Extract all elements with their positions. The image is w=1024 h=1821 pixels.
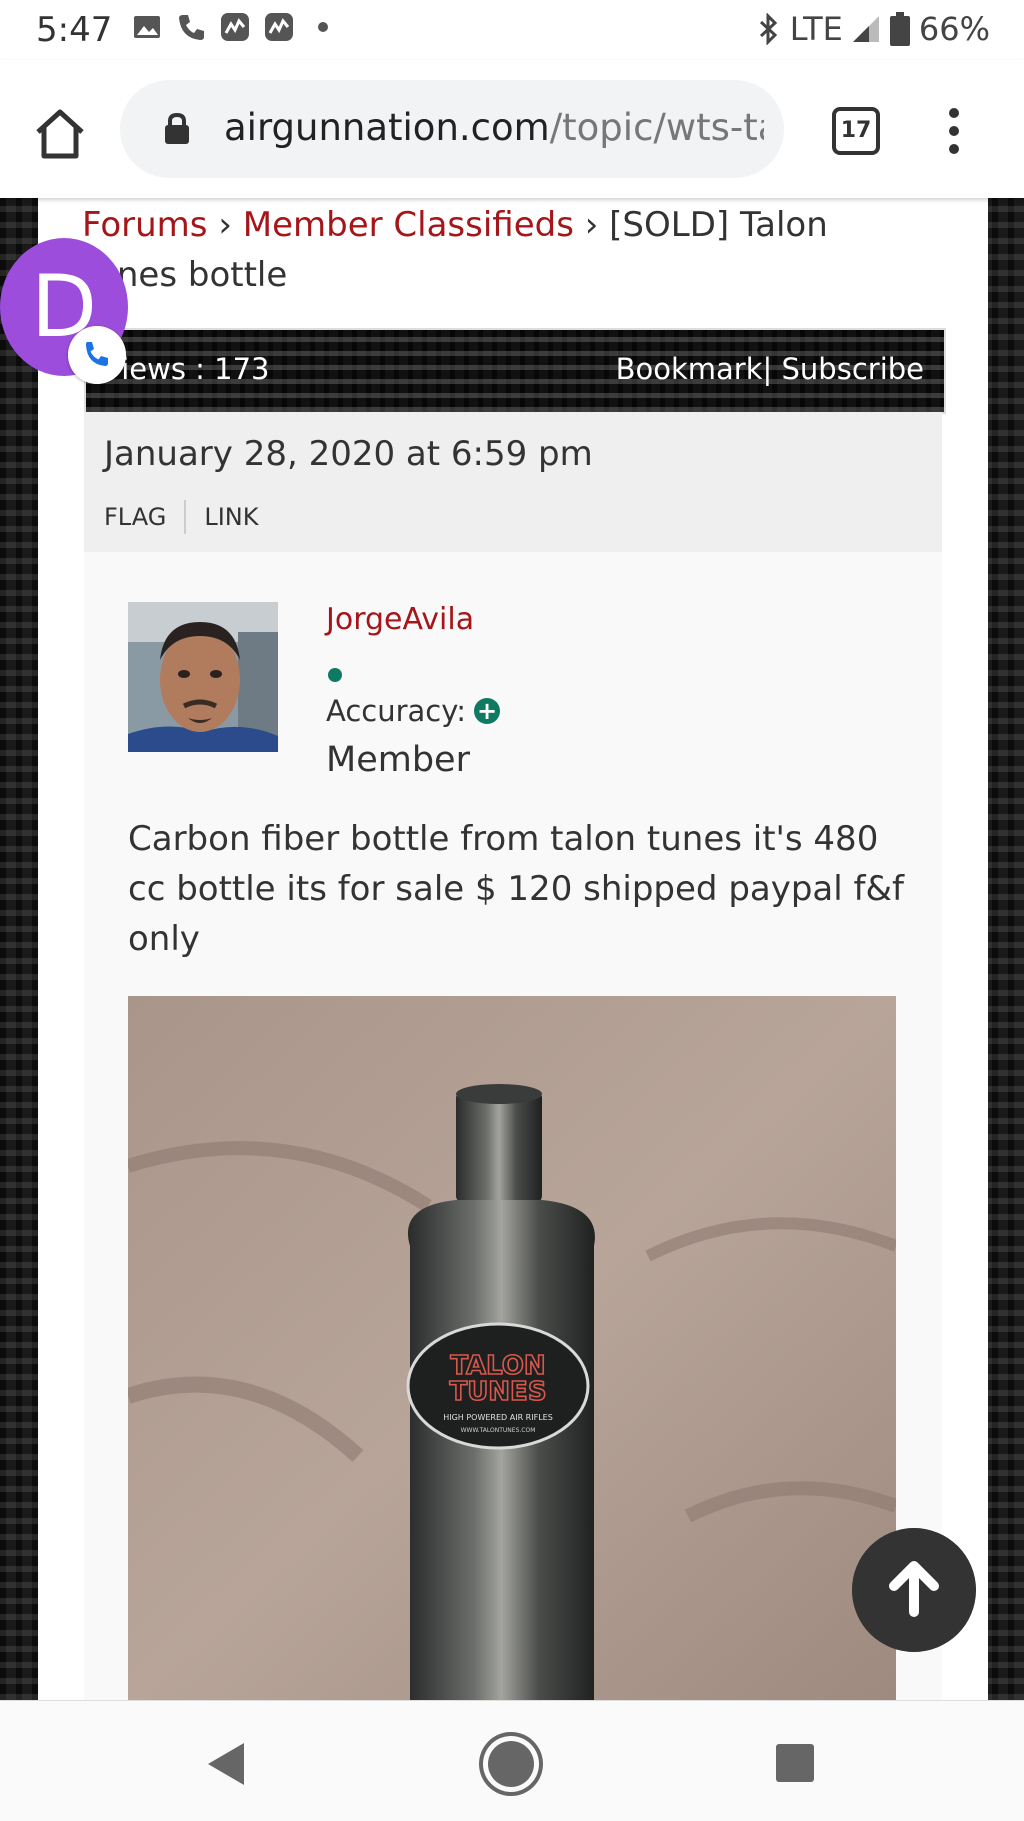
stats-separator: | [762, 352, 773, 386]
home-icon[interactable] [30, 104, 90, 164]
author-role: Member [326, 740, 470, 780]
bottle-photo[interactable]: TALON TUNES HIGH POWERED AIR RIFLES WWW.… [128, 996, 896, 1700]
status-right: LTE 66% [756, 10, 990, 48]
photo-url-text: WWW.TALONTUNES.COM [461, 1427, 536, 1434]
status-time: 5:47 [36, 10, 113, 50]
post-date: January 28, 2020 at 6:59 pm [104, 434, 593, 474]
analytics-icon [265, 13, 293, 41]
flag-link[interactable]: FLAG [104, 503, 166, 531]
plus-icon[interactable]: + [474, 698, 501, 724]
more-menu-icon[interactable] [946, 108, 962, 154]
accuracy-rating: Accuracy: + [326, 694, 501, 728]
battery-icon [889, 12, 910, 46]
home-nav-icon[interactable] [488, 1741, 534, 1787]
notification-icons [132, 12, 338, 42]
tab-switcher-button[interactable]: 17 [832, 107, 880, 155]
accuracy-label: Accuracy: [326, 694, 467, 728]
bluetooth-icon [759, 13, 777, 45]
breadcrumb-separator: › [584, 205, 599, 245]
breadcrumb: Forums › Member Classifieds › [SOLD] Tal… [82, 200, 932, 300]
content-column: Forums › Member Classifieds › [SOLD] Tal… [38, 198, 988, 1700]
chat-head-bubble[interactable]: D [0, 238, 128, 384]
image-icon [134, 16, 160, 38]
back-icon[interactable] [206, 1741, 246, 1787]
author-name-link[interactable]: JorgeAvila [326, 602, 474, 637]
lock-icon [165, 112, 189, 144]
signal-icon [852, 16, 879, 42]
analytics-icon [221, 13, 249, 41]
battery-level: 66% [918, 10, 990, 48]
post-meta: January 28, 2020 at 6:59 pm FLAG LINK [84, 412, 942, 552]
post-link[interactable]: LINK [204, 503, 258, 531]
page-background: Forums › Member Classifieds › [SOLD] Tal… [0, 198, 1024, 1700]
author-avatar[interactable] [128, 602, 278, 752]
url-domain: airgunnation.com [224, 106, 550, 149]
status-bar: 5:47 LTE 66% [0, 0, 1024, 60]
network-type: LTE [789, 10, 843, 48]
recents-icon[interactable] [776, 1744, 814, 1782]
bookmark-link[interactable]: Bookmark [616, 352, 763, 386]
photo-brand-text: TUNES [449, 1377, 546, 1407]
call-icon [68, 326, 126, 384]
dot-icon [318, 22, 328, 32]
photo-tagline-text: HIGH POWERED AIR RIFLES [443, 1413, 553, 1422]
breadcrumb-classifieds-link[interactable]: Member Classifieds [243, 205, 574, 245]
url-text: airgunnation.com/topic/wts-ta [224, 106, 764, 149]
address-bar[interactable]: airgunnation.com/topic/wts-ta [120, 80, 784, 178]
system-nav-bar [0, 1700, 1024, 1821]
post-body: JorgeAvila Accuracy: + Member Carbon fib… [84, 552, 942, 1700]
online-status-icon [328, 668, 342, 682]
phone-icon [179, 15, 204, 40]
subscribe-link[interactable]: Subscribe [782, 352, 924, 386]
scroll-to-top-button[interactable] [852, 1528, 976, 1652]
browser-toolbar: airgunnation.com/topic/wts-ta 17 [0, 60, 1024, 198]
topic-stats-bar: Views : 173 Bookmark| Subscribe [84, 328, 946, 414]
action-divider [184, 500, 187, 534]
breadcrumb-separator: › [218, 205, 232, 245]
url-path: /topic/wts-ta [549, 106, 764, 149]
post-actions: FLAG LINK [104, 500, 258, 534]
post-text: Carbon fiber bottle from talon tunes it'… [128, 819, 904, 959]
